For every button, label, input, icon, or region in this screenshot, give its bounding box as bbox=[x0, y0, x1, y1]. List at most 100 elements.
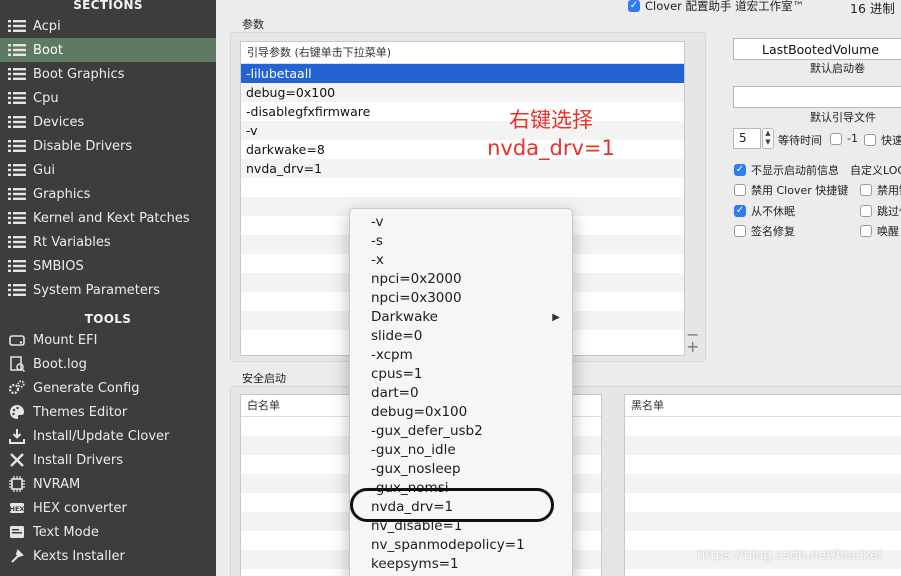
fast-box[interactable] bbox=[864, 134, 876, 146]
sidebar-item-acpi[interactable]: Acpi bbox=[0, 14, 216, 38]
list-icon bbox=[8, 17, 26, 35]
option-checkbox-box[interactable] bbox=[734, 225, 746, 237]
tool-item-label: Generate Config bbox=[33, 380, 140, 396]
menu-item[interactable]: -gux_defer_usb2 bbox=[350, 422, 572, 441]
timeout-field[interactable]: 5 bbox=[733, 128, 761, 149]
sidebar-item-rt-variables[interactable]: Rt Variables bbox=[0, 230, 216, 254]
option-checkbox[interactable]: 禁用键 bbox=[860, 182, 901, 198]
sidebar-item-smbios[interactable]: SMBIOS bbox=[0, 254, 216, 278]
option-checkbox[interactable]: 不显示启动前信息 bbox=[734, 162, 839, 178]
sidebar-item-label: System Parameters bbox=[33, 282, 161, 298]
default-loader-caption: 默认引导文件 bbox=[810, 111, 876, 124]
hex-label: 16 进制 bbox=[850, 1, 895, 16]
list-icon bbox=[8, 89, 26, 107]
boot-args-table-header: 引导参数 (右键单击下拉菜单) bbox=[241, 42, 684, 64]
option-checkbox-label: 跳过休眠 bbox=[877, 205, 901, 218]
menu-item[interactable]: -gux_nosleep bbox=[350, 460, 572, 479]
menu-item-label: debug=0x100 bbox=[371, 404, 468, 420]
menu-item[interactable]: cpus=1 bbox=[350, 365, 572, 384]
menu-item[interactable]: keepsyms=1 bbox=[350, 555, 572, 574]
tool-item-label: HEX converter bbox=[33, 500, 127, 516]
option-checkbox[interactable]: 自定义LOGO bbox=[850, 162, 901, 178]
tool-item-boot-log[interactable]: Boot.log bbox=[0, 352, 216, 376]
timeout-minus-one-label: -1 bbox=[847, 132, 858, 145]
sidebar: SECTIONS Acpi Boot Boot Graphics Cpu Devices… bbox=[0, 0, 216, 576]
annotation-line-1: 右键选择 bbox=[509, 108, 593, 132]
menu-item-label: slide=0 bbox=[371, 328, 423, 344]
tool-item-label: NVRAM bbox=[33, 476, 81, 492]
menu-item[interactable]: slide=0 bbox=[350, 327, 572, 346]
disk-icon bbox=[8, 331, 26, 349]
menu-item[interactable]: nv_spanmodepolicy=1 bbox=[350, 536, 572, 555]
option-checkbox-box[interactable] bbox=[860, 184, 872, 196]
fast-label: 快速 bbox=[881, 134, 901, 147]
tool-item-install-update-clover[interactable]: Install/Update Clover bbox=[0, 424, 216, 448]
sidebar-item-boot[interactable]: Boot bbox=[0, 38, 216, 62]
sidebar-item-devices[interactable]: Devices bbox=[0, 110, 216, 134]
option-checkbox[interactable]: 唤醒 bbox=[860, 223, 899, 239]
menu-item[interactable]: Darkwake ▶ bbox=[350, 308, 572, 327]
sidebar-item-boot-graphics[interactable]: Boot Graphics bbox=[0, 62, 216, 86]
chip-icon bbox=[8, 475, 26, 493]
default-volume-field[interactable]: LastBootedVolume bbox=[733, 38, 901, 60]
timeout-minus-one-box[interactable] bbox=[830, 132, 842, 145]
boot-arg-row[interactable]: nvda_drv=1 bbox=[241, 159, 684, 178]
menu-item[interactable]: -x bbox=[350, 251, 572, 270]
sidebar-item-label: Gui bbox=[33, 162, 55, 178]
assistant-checkbox-box[interactable] bbox=[628, 0, 640, 12]
tool-item-mount-efi[interactable]: Mount EFI bbox=[0, 328, 216, 352]
menu-item[interactable]: -gux_no_idle bbox=[350, 441, 572, 460]
menu-item-label: -gux_defer_usb2 bbox=[371, 423, 483, 439]
option-checkbox-box[interactable] bbox=[860, 225, 872, 237]
menu-item-label: -s bbox=[371, 233, 383, 249]
watermark: https://blog.csdn.net/blackei bbox=[697, 548, 882, 563]
tool-item-kexts-installer[interactable]: Kexts Installer bbox=[0, 544, 216, 568]
option-checkbox-box[interactable] bbox=[734, 164, 746, 176]
option-checkbox-label: 禁用键 bbox=[877, 184, 901, 197]
tool-item-hex-converter[interactable]: HEX HEX converter bbox=[0, 496, 216, 520]
empty-row[interactable] bbox=[241, 178, 684, 197]
list-icon bbox=[8, 161, 26, 179]
sidebar-item-disable-drivers[interactable]: Disable Drivers bbox=[0, 134, 216, 158]
timeout-minus-one-checkbox[interactable]: -1 bbox=[830, 132, 858, 145]
menu-item[interactable]: debug=0x100 bbox=[350, 403, 572, 422]
menu-item[interactable]: npci=0x3000 bbox=[350, 289, 572, 308]
option-checkbox-box[interactable] bbox=[734, 205, 746, 217]
tool-item-label: Text Mode bbox=[33, 524, 99, 540]
tool-item-nvram[interactable]: NVRAM bbox=[0, 472, 216, 496]
sidebar-item-label: Cpu bbox=[33, 90, 59, 106]
option-checkbox-box[interactable] bbox=[860, 205, 872, 217]
list-icon bbox=[8, 113, 26, 131]
option-checkbox-label: 从不休眠 bbox=[751, 205, 795, 218]
menu-item[interactable]: npci=0x2000 bbox=[350, 270, 572, 289]
annotation-line-2: nvda_drv=1 bbox=[487, 136, 615, 160]
list-icon bbox=[8, 137, 26, 155]
sidebar-item-gui[interactable]: Gui bbox=[0, 158, 216, 182]
fast-checkbox[interactable]: 快速 bbox=[864, 132, 901, 148]
menu-item[interactable]: -xcpm bbox=[350, 346, 572, 365]
tool-item-install-drivers[interactable]: Install Drivers bbox=[0, 448, 216, 472]
sidebar-item-kernel-and-kext-patches[interactable]: Kernel and Kext Patches bbox=[0, 206, 216, 230]
tool-item-label: Boot.log bbox=[33, 356, 87, 372]
boot-arg-row[interactable]: debug=0x100 bbox=[241, 83, 684, 102]
sidebar-item-cpu[interactable]: Cpu bbox=[0, 86, 216, 110]
option-checkbox[interactable]: 跳过休眠 bbox=[860, 203, 901, 219]
tool-item-text-mode[interactable]: Text Mode bbox=[0, 520, 216, 544]
tool-item-themes-editor[interactable]: Themes Editor bbox=[0, 400, 216, 424]
menu-item[interactable]: dart=0 bbox=[350, 384, 572, 403]
option-checkbox[interactable]: 禁用 Clover 快捷键 bbox=[734, 182, 848, 198]
secure-boot-label: 安全启动 bbox=[242, 372, 286, 385]
boot-arg-row[interactable]: -lilubetaall bbox=[241, 64, 684, 83]
option-checkbox[interactable]: 签名修复 bbox=[734, 223, 795, 239]
option-checkbox-box[interactable] bbox=[734, 184, 746, 196]
tool-item-generate-config[interactable]: Generate Config bbox=[0, 376, 216, 400]
default-loader-field[interactable] bbox=[733, 86, 901, 108]
menu-item[interactable]: -v bbox=[350, 213, 572, 232]
add-arg-button[interactable]: + bbox=[686, 339, 699, 355]
option-checkbox[interactable]: 从不休眠 bbox=[734, 203, 795, 219]
menu-item[interactable]: -s bbox=[350, 232, 572, 251]
assistant-checkbox[interactable]: Clover 配置助手 道宏工作室™ bbox=[628, 0, 804, 14]
sidebar-item-system-parameters[interactable]: System Parameters bbox=[0, 278, 216, 302]
sidebar-item-graphics[interactable]: Graphics bbox=[0, 182, 216, 206]
timeout-stepper[interactable]: ▲ ▼ bbox=[762, 128, 774, 149]
